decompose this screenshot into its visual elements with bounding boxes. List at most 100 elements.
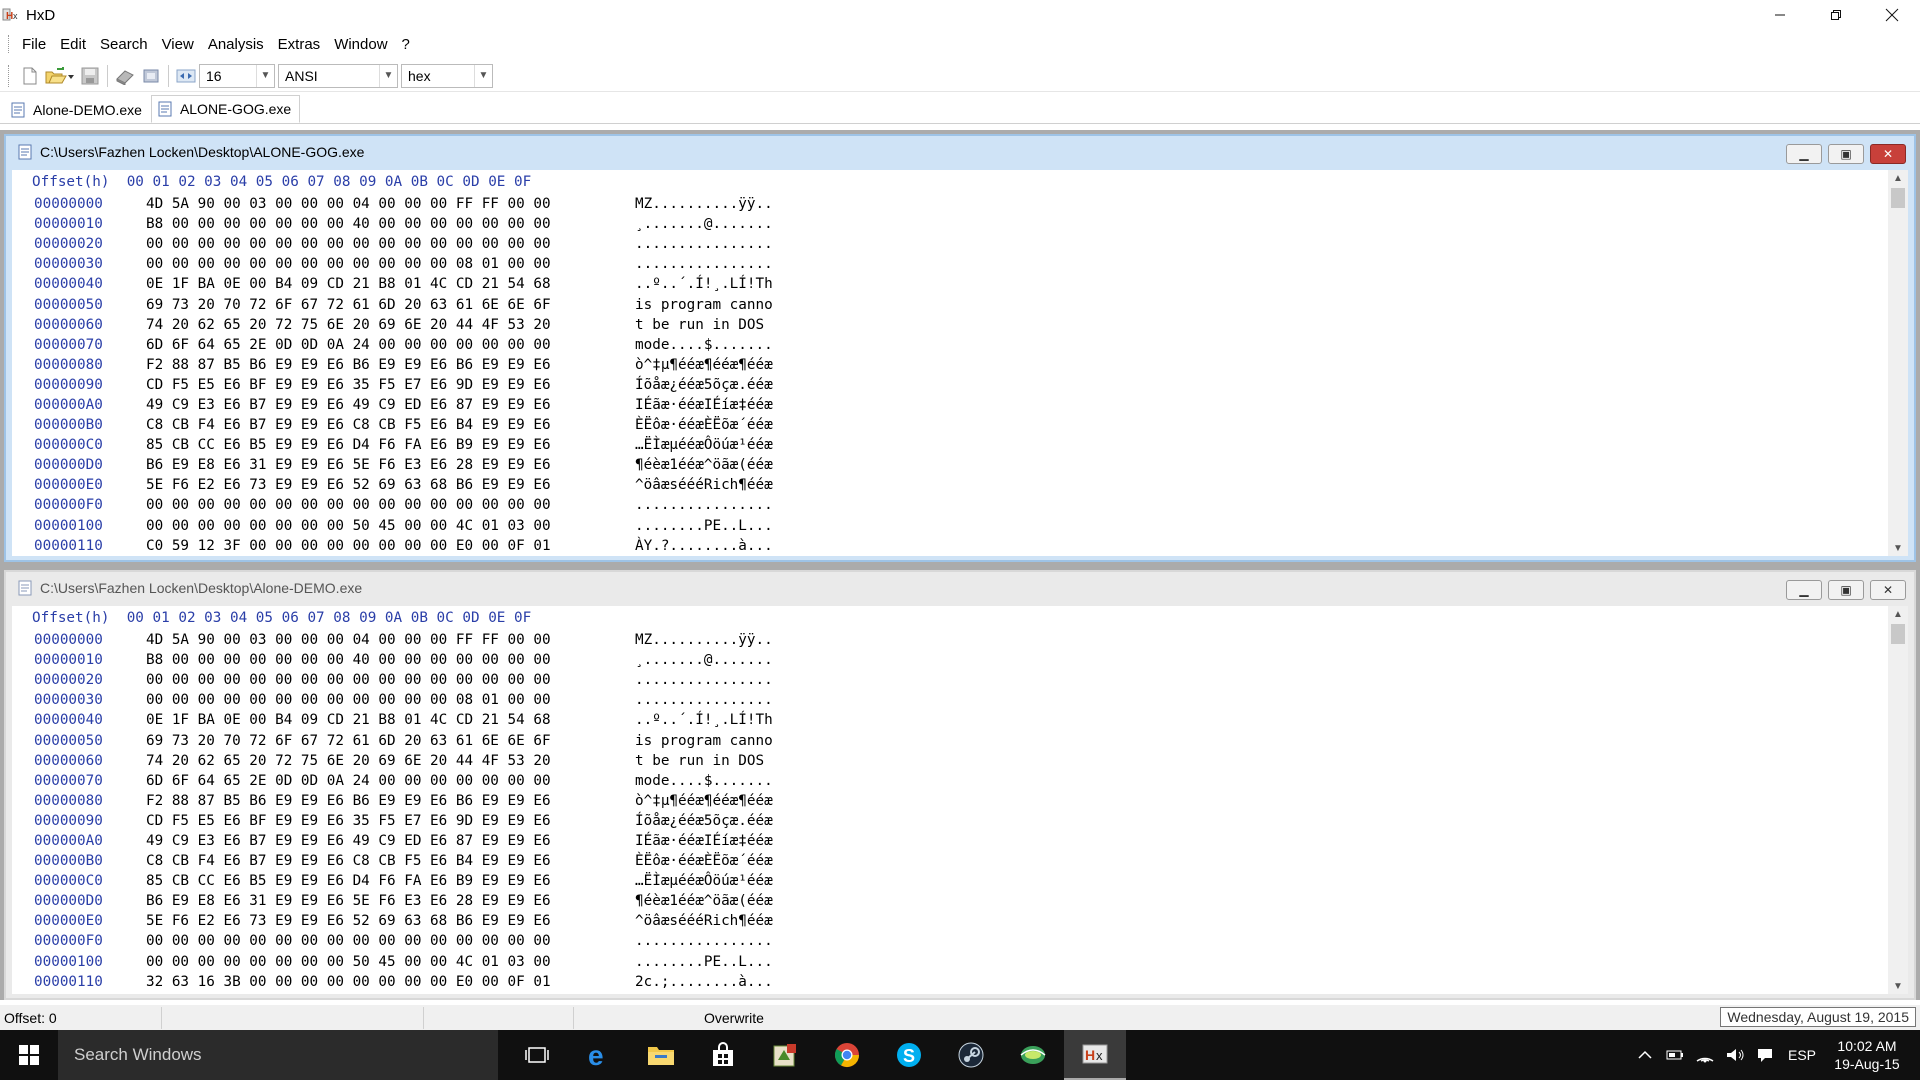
hex-row[interactable]: 00000010 B8 00 00 00 00 00 00 00 40 00 00… — [12, 214, 1886, 234]
hex-row[interactable]: 00000060 74 20 62 65 20 72 75 6E 20 69 6E… — [12, 315, 1886, 335]
row-hex-bytes[interactable]: C0 59 12 3F 00 00 00 00 00 00 00 00 E0 0… — [132, 538, 635, 554]
taskbar-app-spreadsheet[interactable] — [754, 1030, 816, 1080]
row-text-decoded[interactable]: IÉãæ·ééæIÉíæ‡ééæ — [635, 833, 773, 849]
hex-row[interactable]: 000000E0 5E F6 E2 E6 73 E9 E9 E6 52 69 63… — [12, 911, 1886, 931]
row-text-decoded[interactable]: ^öâæséééRich¶ééæ — [635, 913, 773, 929]
minimize-button[interactable] — [1752, 0, 1808, 30]
row-text-decoded[interactable]: is program canno — [635, 297, 773, 313]
row-hex-bytes[interactable]: 6D 6F 64 65 2E 0D 0D 0A 24 00 00 00 00 0… — [132, 337, 635, 353]
menu-analysis[interactable]: Analysis — [201, 36, 271, 53]
taskbar-skype[interactable]: S — [878, 1030, 940, 1080]
menu-window[interactable]: Window — [327, 36, 394, 53]
hex-row[interactable]: 00000110 C0 59 12 3F 00 00 00 00 00 00 00… — [12, 536, 1886, 556]
hex-row[interactable]: 00000100 00 00 00 00 00 00 00 00 50 45 00… — [12, 516, 1886, 536]
taskbar-app-globe[interactable] — [1002, 1030, 1064, 1080]
row-text-decoded[interactable]: MZ..........ÿÿ.. — [635, 632, 773, 648]
hex-row[interactable]: 000000D0 B6 E9 E8 E6 31 E9 E9 E6 5E F6 E3… — [12, 455, 1886, 475]
hex-row[interactable]: 00000020 00 00 00 00 00 00 00 00 00 00 00… — [12, 670, 1886, 690]
row-hex-bytes[interactable]: 5E F6 E2 E6 73 E9 E9 E6 52 69 63 68 B6 E… — [132, 477, 635, 493]
hex-row[interactable]: 000000D0 B6 E9 E8 E6 31 E9 E9 E6 5E F6 E3… — [12, 891, 1886, 911]
hex-row[interactable]: 000000B0 C8 CB F4 E6 B7 E9 E9 E6 C8 CB F5… — [12, 851, 1886, 871]
row-text-decoded[interactable]: ò^‡µ¶ééæ¶ééæ¶ééæ — [635, 793, 773, 809]
hex-row[interactable]: 00000020 00 00 00 00 00 00 00 00 00 00 00… — [12, 234, 1886, 254]
open-file-button[interactable] — [43, 63, 77, 89]
row-text-decoded[interactable]: ........PE..L... — [635, 954, 773, 970]
row-text-decoded[interactable]: IÉãæ·ééæIÉíæ‡ééæ — [635, 397, 773, 413]
row-text-decoded[interactable]: ................ — [635, 692, 773, 708]
hex-row[interactable]: 00000030 00 00 00 00 00 00 00 00 00 00 00… — [12, 690, 1886, 710]
hex-row[interactable]: 00000090 CD F5 E5 E6 BF E9 E9 E6 35 F5 E7… — [12, 811, 1886, 831]
row-text-decoded[interactable]: ¸.......@....... — [635, 652, 773, 668]
row-text-decoded[interactable]: ..º..´.Í!¸.LÍ!Th — [635, 276, 773, 292]
hex-row[interactable]: 00000030 00 00 00 00 00 00 00 00 00 00 00… — [12, 254, 1886, 274]
menu-search[interactable]: Search — [93, 36, 155, 53]
menu-view[interactable]: View — [155, 36, 201, 53]
child-minimize-button[interactable]: ▁ — [1786, 144, 1822, 164]
child-maximize-button[interactable]: ▣ — [1828, 144, 1864, 164]
hex-window-alone-demo[interactable]: C:\Users\Fazhen Locken\Desktop\Alone-DEM… — [4, 570, 1916, 1000]
save-button[interactable] — [77, 63, 103, 89]
row-text-decoded[interactable]: ..º..´.Í!¸.LÍ!Th — [635, 712, 773, 728]
hex-row[interactable]: 00000080 F2 88 87 B5 B6 E9 E9 E6 B6 E9 E9… — [12, 791, 1886, 811]
row-hex-bytes[interactable]: CD F5 E5 E6 BF E9 E9 E6 35 F5 E7 E6 9D E… — [132, 813, 635, 829]
row-text-decoded[interactable]: ¶éèæ1ééæ^öãæ(ééæ — [635, 457, 773, 473]
hex-row[interactable]: 000000C0 85 CB CC E6 B5 E9 E9 E6 D4 F6 FA… — [12, 435, 1886, 455]
task-view-button[interactable] — [506, 1030, 568, 1080]
row-hex-bytes[interactable]: 85 CB CC E6 B5 E9 E9 E6 D4 F6 FA E6 B9 E… — [132, 437, 635, 453]
hex-row[interactable]: 00000110 32 63 16 3B 00 00 00 00 00 00 00… — [12, 972, 1886, 992]
row-text-decoded[interactable]: ÈËôæ·ééæÈËõæ´ééæ — [635, 853, 773, 869]
hex-row[interactable]: 00000040 0E 1F BA 0E 00 B4 09 CD 21 B8 01… — [12, 274, 1886, 294]
row-text-decoded[interactable]: ò^‡µ¶ééæ¶ééæ¶ééæ — [635, 357, 773, 373]
row-text-decoded[interactable]: …ËÌæµééæÔöúæ¹ééæ — [635, 873, 773, 889]
row-text-decoded[interactable]: t be run in DOS — [635, 753, 773, 769]
row-text-decoded[interactable]: ................ — [635, 933, 773, 949]
taskbar-steam[interactable] — [940, 1030, 1002, 1080]
row-text-decoded[interactable]: ................ — [635, 236, 773, 252]
hex-row[interactable]: 00000070 6D 6F 64 65 2E 0D 0D 0A 24 00 00… — [12, 335, 1886, 355]
row-hex-bytes[interactable]: 74 20 62 65 20 72 75 6E 20 69 6E 20 44 4… — [132, 317, 635, 333]
row-hex-bytes[interactable]: B8 00 00 00 00 00 00 00 40 00 00 00 00 0… — [132, 216, 635, 232]
menu-help[interactable]: ? — [395, 36, 417, 53]
row-text-decoded[interactable]: 2c.;........à... — [635, 974, 773, 990]
row-hex-bytes[interactable]: 00 00 00 00 00 00 00 00 00 00 00 00 08 0… — [132, 692, 635, 708]
hex-row[interactable]: 00000060 74 20 62 65 20 72 75 6E 20 69 6E… — [12, 751, 1886, 771]
child-title-bar[interactable]: C:\Users\Fazhen Locken\Desktop\Alone-DEM… — [6, 572, 1914, 604]
hex-editor[interactable]: Offset(h) 00 01 02 03 04 05 06 07 08 09 … — [12, 606, 1908, 994]
row-hex-bytes[interactable]: C8 CB F4 E6 B7 E9 E9 E6 C8 CB F5 E6 B4 E… — [132, 417, 635, 433]
taskbar-edge[interactable]: e — [568, 1030, 630, 1080]
close-button[interactable] — [1864, 0, 1920, 30]
hex-window-alone-gog[interactable]: C:\Users\Fazhen Locken\Desktop\ALONE-GOG… — [4, 134, 1916, 562]
taskbar-chrome[interactable] — [816, 1030, 878, 1080]
row-hex-bytes[interactable]: 85 CB CC E6 B5 E9 E9 E6 D4 F6 FA E6 B9 E… — [132, 873, 635, 889]
menu-file[interactable]: File — [15, 36, 53, 53]
row-text-decoded[interactable]: mode....$....... — [635, 337, 773, 353]
row-text-decoded[interactable]: mode....$....... — [635, 773, 773, 789]
start-button[interactable] — [0, 1030, 58, 1080]
row-hex-bytes[interactable]: 0E 1F BA 0E 00 B4 09 CD 21 B8 01 4C CD 2… — [132, 276, 635, 292]
child-title-bar[interactable]: C:\Users\Fazhen Locken\Desktop\ALONE-GOG… — [6, 136, 1914, 168]
row-hex-bytes[interactable]: 32 63 16 3B 00 00 00 00 00 00 00 00 E0 0… — [132, 974, 635, 990]
battery-icon[interactable] — [1660, 1048, 1690, 1062]
child-close-button[interactable]: ✕ — [1870, 580, 1906, 600]
scroll-thumb[interactable] — [1891, 624, 1905, 644]
hex-view[interactable]: Offset(h) 00 01 02 03 04 05 06 07 08 09 … — [12, 606, 1886, 994]
hex-row[interactable]: 000000F0 00 00 00 00 00 00 00 00 00 00 00… — [12, 495, 1886, 515]
row-hex-bytes[interactable]: F2 88 87 B5 B6 E9 E9 E6 B6 E9 E9 E6 B6 E… — [132, 357, 635, 373]
taskbar-search-box[interactable]: Search Windows — [58, 1030, 498, 1080]
offset-base-select[interactable]: hex ▼ — [401, 63, 493, 88]
scroll-down-icon[interactable]: ▼ — [1888, 978, 1908, 994]
hex-row[interactable]: 00000010 B8 00 00 00 00 00 00 00 40 00 00… — [12, 650, 1886, 670]
row-hex-bytes[interactable]: 0E 1F BA 0E 00 B4 09 CD 21 B8 01 4C CD 2… — [132, 712, 635, 728]
row-hex-bytes[interactable]: 5E F6 E2 E6 73 E9 E9 E6 52 69 63 68 B6 E… — [132, 913, 635, 929]
new-file-button[interactable] — [17, 63, 43, 89]
row-text-decoded[interactable]: t be run in DOS — [635, 317, 773, 333]
row-text-decoded[interactable]: ÀY.?........à... — [635, 538, 773, 554]
row-text-decoded[interactable]: …ËÌæµééæÔöúæ¹ééæ — [635, 437, 773, 453]
row-hex-bytes[interactable]: 49 C9 E3 E6 B7 E9 E9 E6 49 C9 ED E6 87 E… — [132, 833, 635, 849]
hex-row[interactable]: 000000A0 49 C9 E3 E6 B7 E9 E9 E6 49 C9 ED… — [12, 831, 1886, 851]
row-hex-bytes[interactable]: C8 CB F4 E6 B7 E9 E9 E6 C8 CB F5 E6 B4 E… — [132, 853, 635, 869]
scroll-up-icon[interactable]: ▲ — [1888, 606, 1908, 622]
hex-editor[interactable]: Offset(h) 00 01 02 03 04 05 06 07 08 09 … — [12, 170, 1908, 556]
hex-row[interactable]: 000000F0 00 00 00 00 00 00 00 00 00 00 00… — [12, 931, 1886, 951]
row-text-decoded[interactable]: ................ — [635, 497, 773, 513]
